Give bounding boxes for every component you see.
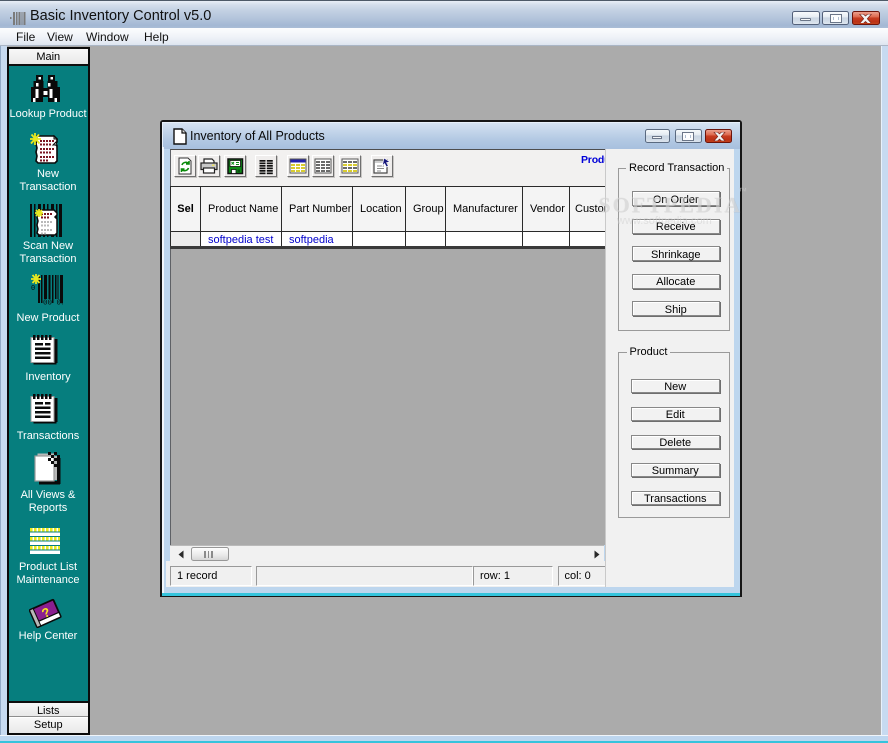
svg-text:00 00: 00 00 (43, 300, 63, 306)
svg-text:0: 0 (31, 285, 35, 293)
